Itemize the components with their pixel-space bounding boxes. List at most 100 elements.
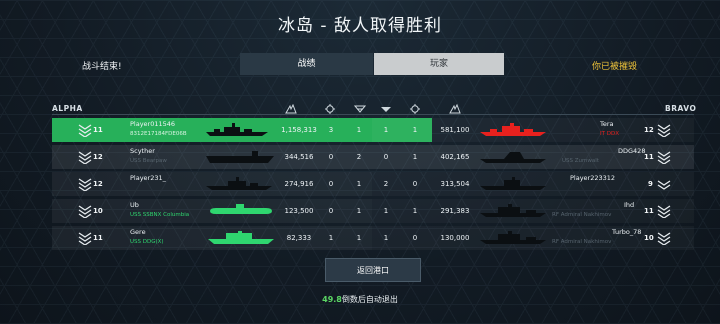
ship-name: USS Bearpaw (130, 158, 167, 164)
enemy-name: Tera (600, 120, 614, 128)
enemy-ship-name: RF Admiral Nakhimov (552, 212, 612, 218)
assists-value: 1 (356, 126, 362, 134)
enemy-name: Player223312 (570, 174, 616, 182)
table-row[interactable]: 10 Ub USS SSBNX Columbia 123,500 0 1 1 1… (52, 199, 694, 223)
caps-value: 2 (383, 180, 389, 188)
rank-chevron-icon (78, 205, 92, 218)
kills-value: 0 (328, 180, 334, 188)
destroyer-ship-icon (206, 123, 268, 136)
kills-icon (325, 104, 335, 114)
enemy-ship-name: IT DDX (600, 131, 619, 137)
damage-value: 274,916 (284, 180, 314, 188)
captures-value: 1 (412, 153, 418, 161)
enemy-destroyer-ship-icon (480, 152, 546, 163)
auto-exit-countdown: 49.8倒数后自动退出 (0, 294, 720, 305)
return-to-port-button[interactable]: 返回港口 (325, 258, 421, 282)
ship-name: 8312E17184FDE06B (130, 131, 187, 137)
player-name: Player231_ (130, 174, 166, 182)
rank-chevron-icon (78, 232, 92, 245)
tab-players[interactable]: 玩家 (374, 53, 504, 75)
damage-value: 344,516 (284, 153, 314, 161)
caps-value: 1 (383, 207, 389, 215)
kills-value: 0 (328, 207, 334, 215)
table-row[interactable]: 11 Player011546 8312E17184FDE06B 1,158,3… (52, 118, 694, 142)
countdown-label: 倒数后自动退出 (341, 295, 398, 304)
kills-value: 3 (328, 126, 334, 134)
rank-chevron-icon (657, 180, 671, 190)
cruiser-ship-icon (206, 177, 272, 190)
enemy-level: 11 (644, 153, 654, 161)
damage-taken-icon (449, 104, 461, 114)
rank-chevron-icon (78, 124, 92, 137)
player-level: 11 (93, 126, 103, 134)
caps-value: 1 (383, 234, 389, 242)
player-level: 12 (93, 180, 103, 188)
page-title: 冰岛 - 敌人取得胜利 (278, 16, 442, 36)
enemy-destroyer-ship-icon (480, 123, 546, 136)
captures-value: 1 (412, 207, 418, 215)
table-row[interactable]: 11 Gere USS DDG(X) 82,333 1 1 1 0 130,00… (52, 226, 694, 250)
destroyed-label: 你已被摧毁 (592, 62, 638, 72)
rank-chevron-icon (657, 232, 671, 245)
enemy-ship-name: RF Admiral Nakhimov (552, 239, 612, 245)
battle-over-label: 战斗结束! (82, 62, 122, 72)
team-alpha-label: ALPHA (52, 104, 83, 113)
enemy-battlecruiser-ship-icon (480, 204, 546, 217)
damage-icon (285, 104, 297, 114)
enemy-name: DDG428 (618, 147, 646, 155)
ship-name: USS DDG(X) (130, 239, 164, 245)
damage-taken-value: 130,000 (440, 234, 470, 242)
damage-value: 123,500 (284, 207, 314, 215)
team-bravo-label: BRAVO (665, 104, 697, 113)
header-divider (52, 114, 694, 115)
carrier-ship-icon (206, 151, 274, 163)
rank-chevron-icon (657, 151, 671, 164)
player-level: 12 (93, 153, 103, 161)
enemy-name: Ihd (624, 201, 635, 209)
enemy-battlecruiser-ship-icon (480, 231, 546, 244)
damage-taken-value: 581,100 (440, 126, 470, 134)
damage-value: 1,158,313 (281, 126, 317, 134)
ship-name: USS SSBNX Columbia (130, 212, 190, 218)
caps-value: 1 (383, 126, 389, 134)
top-bar: 战斗结束! 战绩 玩家 你已被摧毁 (0, 52, 720, 77)
rank-chevron-icon (657, 124, 671, 137)
damage-taken-value: 402,165 (440, 153, 470, 161)
ships-sunk-icon (381, 107, 391, 112)
player-name: Scyther (130, 147, 155, 155)
kills-value: 0 (328, 153, 334, 161)
damage-taken-value: 291,383 (440, 207, 470, 215)
player-level: 10 (93, 207, 103, 215)
submarine-ship-icon (210, 204, 272, 214)
player-name: Player011546 (130, 120, 176, 128)
assists-value: 1 (356, 234, 362, 242)
friendly-destroyer-ship-icon (208, 231, 274, 244)
rank-chevron-icon (78, 178, 92, 191)
enemy-level: 9 (648, 180, 653, 188)
caps-value: 0 (383, 153, 389, 161)
rank-chevron-icon (78, 151, 92, 164)
enemy-level: 12 (644, 126, 654, 134)
captures-value: 1 (412, 126, 418, 134)
player-level: 11 (93, 234, 103, 242)
enemy-ship-name: USS Zumwalt (562, 158, 599, 164)
captures-value: 0 (412, 234, 418, 242)
captures-icon (410, 104, 420, 114)
enemy-level: 10 (644, 234, 654, 242)
enemy-name: Turbo_78 (612, 228, 642, 236)
enemy-frigate-ship-icon (480, 177, 546, 190)
captures-value: 0 (412, 180, 418, 188)
table-row[interactable]: 12 Player231_ 274,916 0 1 2 0 313,504 Pl… (52, 172, 694, 196)
countdown-seconds: 49.8 (322, 295, 342, 304)
damage-value: 82,333 (286, 234, 312, 242)
assists-icon (354, 105, 366, 113)
assists-value: 1 (356, 180, 362, 188)
rank-chevron-icon (657, 205, 671, 218)
enemy-level: 11 (644, 207, 654, 215)
table-row[interactable]: 12 Scyther USS Bearpaw 344,516 0 2 0 1 4… (52, 145, 694, 169)
player-name: Ub (130, 201, 139, 209)
tab-stats[interactable]: 战绩 (240, 53, 373, 75)
damage-taken-value: 313,504 (440, 180, 470, 188)
assists-value: 1 (356, 207, 362, 215)
kills-value: 1 (328, 234, 334, 242)
